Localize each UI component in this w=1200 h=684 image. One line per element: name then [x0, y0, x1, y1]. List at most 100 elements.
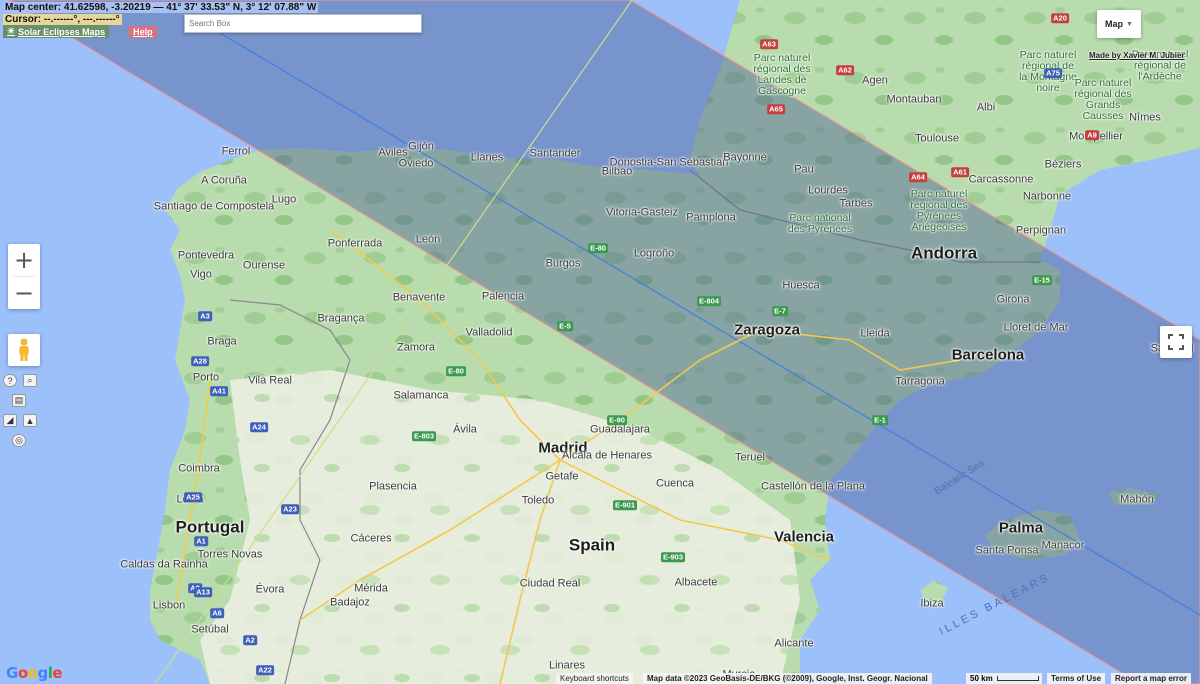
city-label: Lugo	[271, 193, 297, 206]
caret-down-icon: ▼	[1126, 20, 1133, 28]
city-label: Oviedo	[398, 157, 434, 170]
solar-eclipses-maps-link[interactable]: ☀ Solar Eclipses Maps	[3, 25, 110, 38]
city-label: Manacor	[1041, 539, 1085, 552]
fullscreen-button[interactable]	[1160, 326, 1192, 358]
road-shield: A20	[1051, 13, 1069, 23]
street-view-pegman[interactable]	[8, 334, 40, 366]
city-label: Alicante	[774, 637, 814, 650]
country-label: Portugal	[175, 517, 245, 537]
park-label: Parc naturel régional des Landes de Gasc…	[753, 51, 811, 98]
road-shield: E-80	[588, 243, 608, 253]
road-shield: E-15	[1032, 275, 1052, 285]
city-label: Agen	[862, 74, 888, 87]
road-shield: A9	[1085, 130, 1099, 140]
city-label: Caldas da Rainha	[120, 558, 208, 571]
road-shield: E-80	[446, 366, 466, 376]
road-shield: A1	[194, 536, 208, 546]
major-city-label: Valencia	[773, 528, 835, 546]
keyboard-shortcuts-link[interactable]: Keyboard shortcuts	[556, 673, 633, 684]
city-label: Lloret de Mar	[1003, 321, 1069, 334]
road-shield: A28	[191, 356, 209, 366]
city-label: Tarbes	[839, 197, 873, 210]
city-label: Bayonne	[723, 151, 767, 164]
city-label: Ávila	[453, 423, 477, 436]
city-label: Lourdes	[808, 184, 848, 197]
google-logo[interactable]: Google	[6, 664, 63, 682]
road-shield: E-804	[696, 296, 722, 306]
city-label: Zamora	[397, 341, 435, 354]
city-label: Guadalajara	[590, 423, 650, 436]
terms-link[interactable]: Terms of Use	[1047, 673, 1106, 684]
city-label: Toledo	[521, 494, 555, 507]
road-shield: E-901	[612, 500, 638, 510]
road-shield: E-903	[660, 552, 686, 562]
fullscreen-icon	[1168, 334, 1184, 350]
city-label: Ciudad Real	[519, 577, 581, 590]
city-label: Cáceres	[350, 532, 392, 545]
scale-line	[997, 676, 1039, 681]
city-label: Pamplona	[686, 211, 736, 224]
city-label: Torres Novas	[197, 548, 263, 561]
country-label: Andorra	[910, 243, 978, 263]
park-label: Parc naturel régional des Pyrénées Ariég…	[910, 187, 968, 234]
cursor-label: Cursor:	[5, 14, 42, 25]
help-circle-icon[interactable]: ?	[3, 374, 17, 387]
city-label: Plasencia	[369, 480, 417, 493]
pegman-icon	[19, 338, 29, 361]
city-label: Ponferrada	[327, 237, 383, 250]
city-label: Ferrol	[221, 145, 251, 158]
city-label: Logroño	[633, 247, 675, 260]
city-label: Teruel	[735, 451, 765, 464]
city-label: Vigo	[190, 268, 212, 281]
city-label: Bragança	[317, 312, 365, 325]
zoom-in-button[interactable]: +	[8, 244, 40, 276]
city-label: Donostia-San Sebastian	[609, 156, 729, 169]
city-label: Nîmes	[1129, 111, 1161, 124]
road-shield: A24	[250, 422, 268, 432]
city-label: Béziers	[1044, 158, 1082, 171]
map-canvas[interactable]	[0, 0, 1200, 684]
city-label: Pau	[794, 163, 814, 176]
zoom-box-icon[interactable]: ⌕	[23, 374, 37, 387]
city-label: Burgos	[545, 257, 581, 270]
road-shield: E-90	[607, 415, 627, 425]
city-label: Salamanca	[393, 389, 449, 402]
road-shield: A6	[210, 608, 224, 618]
terrain-toggle-icon[interactable]: ◢	[3, 414, 17, 427]
city-label: Santa Ponsa	[975, 544, 1039, 557]
search-input[interactable]	[184, 14, 422, 33]
major-city-label: Barcelona	[951, 346, 1025, 364]
zoom-out-button[interactable]: −	[8, 277, 40, 309]
scale-label: 50 km	[970, 674, 993, 683]
locate-icon[interactable]: ◎	[12, 434, 26, 447]
city-label: Montauban	[886, 93, 942, 106]
road-shield: A61	[951, 167, 969, 177]
elevation-icon[interactable]: ▲	[23, 414, 37, 427]
city-label: Setúbal	[191, 623, 229, 636]
city-label: Narbonne	[1022, 190, 1072, 203]
city-label: Vitoria-Gasteiz	[606, 206, 678, 219]
road-shield: E-803	[411, 431, 437, 441]
city-label: Mérida	[354, 582, 388, 595]
road-shield: A3	[198, 311, 212, 321]
road-shield: A63	[760, 39, 778, 49]
report-error-link[interactable]: Report a map error	[1111, 673, 1192, 684]
city-label: Pontevedra	[177, 249, 235, 262]
map-type-label: Map	[1105, 19, 1124, 29]
scale-bar[interactable]: 50 km	[966, 673, 1042, 684]
city-label: Santiago de Compostela	[153, 200, 275, 213]
road-shield: E-5	[557, 321, 573, 331]
help-link[interactable]: Help	[129, 25, 157, 38]
city-label: Ibiza	[920, 597, 944, 610]
city-label: Gijón	[408, 140, 434, 153]
credit-link[interactable]: Made by Xavier M. Jubier	[1089, 51, 1185, 60]
print-icon[interactable]: ▤	[12, 394, 26, 407]
city-label: Albacete	[674, 576, 718, 589]
major-city-label: Zaragoza	[734, 321, 800, 339]
road-shield: A23	[281, 504, 299, 514]
city-label: Albi	[976, 101, 996, 114]
road-shield: E-1	[872, 415, 888, 425]
city-label: Benavente	[392, 291, 446, 304]
city-label: Girona	[996, 293, 1030, 306]
map-type-button[interactable]: Map ▼	[1097, 10, 1141, 38]
